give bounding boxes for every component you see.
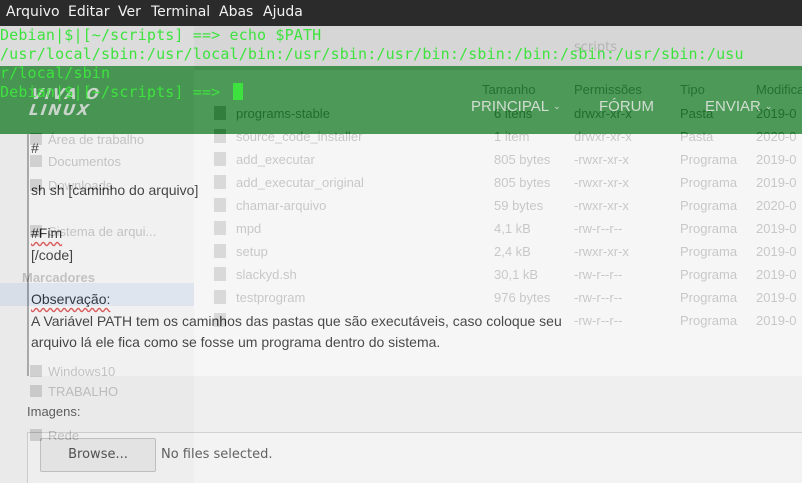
terminal-prompt: Debian|$|[~/scripts] ==> [0,83,230,101]
terminal-cursor [232,83,243,100]
file-upload: Browse... No files selected. [27,432,802,483]
terminal-line: /usr/local/sbin:/usr/local/bin:/usr/sbin… [0,45,744,63]
menu-ajuda[interactable]: Ajuda [263,4,303,20]
editor-line: sh sh [caminho do arquivo] [31,182,199,198]
editor-line: A Variável PATH tem os caminhos das past… [31,313,562,329]
terminal-line: r/local/sbin [0,64,111,82]
editor-line: arquivo lá ele fica como se fosse um pro… [31,334,441,350]
editor-line: [/code] [31,247,74,263]
editor-line: #Fim [31,225,63,241]
menu-ver[interactable]: Ver [118,4,141,20]
menu-abas[interactable]: Abas [219,4,253,20]
menu-arquivo[interactable]: Arquivo [6,4,60,20]
editor-line: Observação: [31,291,111,307]
article-editor[interactable]: # sh sh [caminho do arquivo] #Fim [/code… [27,134,802,376]
images-label: Imagens: [27,404,81,419]
terminal-menubar: Arquivo Editar Ver Terminal Abas Ajuda [0,0,802,26]
terminal-line: Debian|$|[~/scripts] ==> echo $PATH [0,26,322,44]
terminal-output[interactable]: Debian|$|[~/scripts] ==> echo $PATH /usr… [0,26,802,134]
browse-button[interactable]: Browse... [40,438,156,472]
terminal-prompt-line: Debian|$|[~/scripts] ==> [0,83,243,102]
menu-terminal[interactable]: Terminal [151,4,210,20]
editor-line: # [31,140,39,156]
editor-line-text: sh [caminho do arquivo] [49,182,199,198]
menu-editar[interactable]: Editar [68,4,109,20]
no-files-status: No files selected. [161,447,273,462]
